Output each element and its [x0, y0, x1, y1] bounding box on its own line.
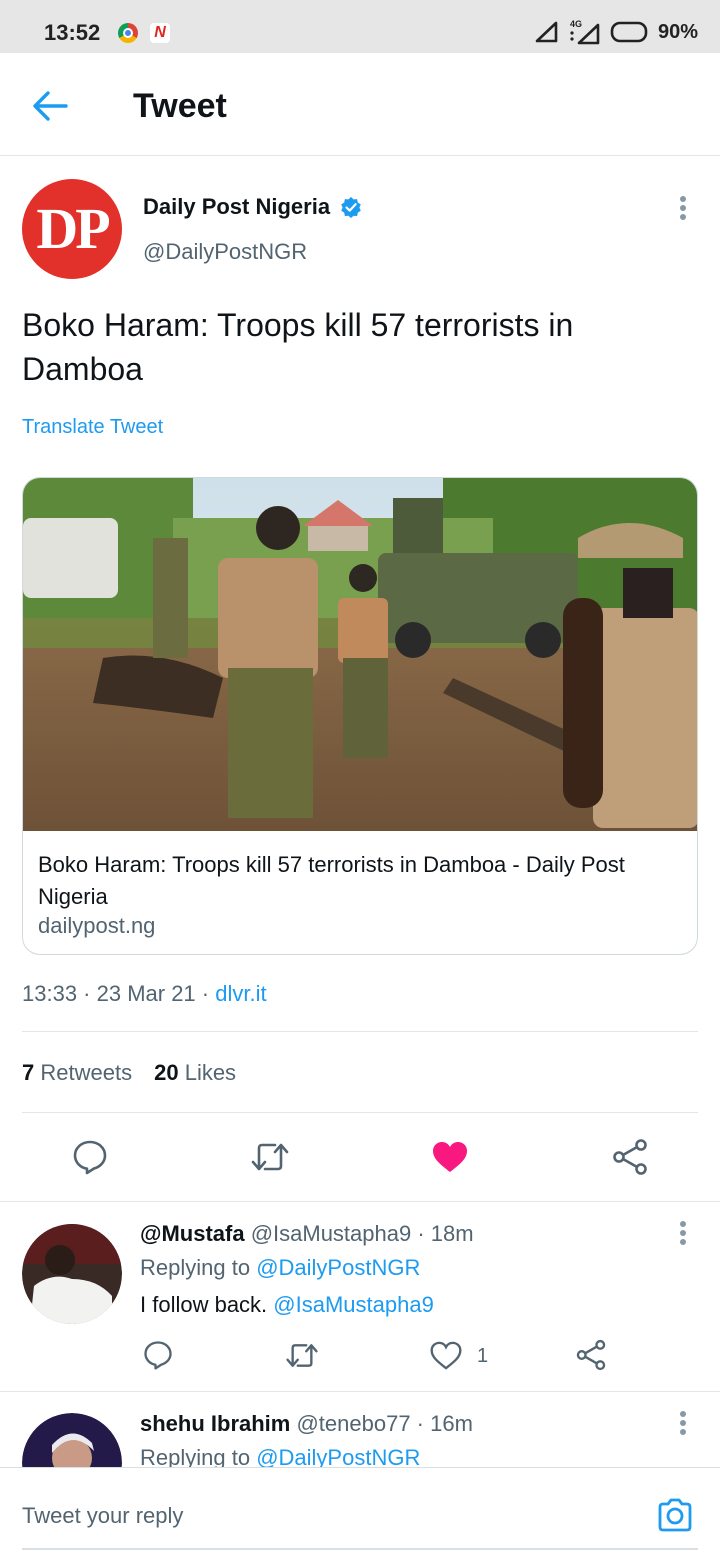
replying-to: Replying to @DailyPostNGR [140, 1255, 420, 1281]
reply-header: shehu Ibrahim @tenebo77 · 16m [140, 1411, 473, 1437]
card-image [23, 478, 697, 831]
avatar[interactable] [22, 1224, 122, 1324]
avatar[interactable]: DP [22, 179, 122, 279]
divider [22, 1031, 698, 1032]
more-options-icon[interactable] [679, 1221, 687, 1249]
arrow-left-icon[interactable] [30, 88, 70, 124]
verified-badge-icon [341, 197, 361, 218]
page-title: Tweet [133, 87, 227, 125]
reply-icon[interactable] [143, 1340, 173, 1370]
divider [0, 1391, 720, 1392]
reply-mention[interactable]: @IsaMustapha9 [273, 1292, 434, 1317]
signal-icon [535, 21, 558, 43]
tweet-meta: 13:33 · 23 Mar 21 · dlvr.it [22, 981, 267, 1007]
reply-text: I follow back. @IsaMustapha9 [140, 1292, 434, 1318]
author-handle[interactable]: @DailyPostNGR [143, 239, 307, 265]
share-icon[interactable] [575, 1339, 607, 1371]
status-time: 13:52 [44, 20, 101, 45]
status-bar: 13:52 N 4G 90% [0, 0, 720, 53]
battery-icon [610, 21, 648, 43]
reply-input[interactable] [22, 1503, 622, 1529]
reply-like-count: 1 [477, 1345, 489, 1367]
tweet-stats: 7 Retweets 20 Likes [22, 1060, 236, 1086]
translate-tweet-link[interactable]: Translate Tweet [22, 416, 163, 439]
share-icon[interactable] [611, 1138, 649, 1176]
more-options-icon[interactable] [679, 1411, 687, 1439]
news-icon: N [150, 23, 170, 43]
reply-icon[interactable] [72, 1139, 108, 1175]
likes-label: Likes [184, 1060, 237, 1085]
card-title: Boko Haram: Troops kill 57 terrorists in… [38, 852, 625, 909]
link-card[interactable]: Boko Haram: Troops kill 57 terrorists in… [22, 477, 698, 955]
more-options-icon[interactable] [679, 196, 687, 224]
tweet-source-link[interactable]: dlvr.it [215, 981, 266, 1006]
replying-mention[interactable]: @DailyPostNGR [256, 1255, 420, 1280]
reply-header: @Mustafa @IsaMustapha9 · 18m [140, 1221, 474, 1247]
retweets-label: Retweets [40, 1060, 133, 1085]
reply-compose-bar [0, 1467, 720, 1560]
author-name[interactable]: Daily Post Nigeria [143, 194, 330, 220]
camera-icon[interactable] [656, 1497, 694, 1533]
like-icon[interactable] [430, 1341, 462, 1370]
likes-stat[interactable]: 20 Likes [154, 1060, 236, 1086]
like-icon[interactable] [431, 1140, 469, 1174]
reply-author-name[interactable]: shehu Ibrahim [140, 1411, 290, 1436]
retweet-icon[interactable] [250, 1140, 290, 1174]
retweet-icon[interactable] [285, 1341, 319, 1370]
replying-label: Replying to [140, 1255, 257, 1280]
likes-count: 20 [154, 1060, 179, 1085]
battery-percent: 90% [657, 20, 698, 43]
status-right: 4G 90% [534, 18, 698, 46]
4g-signal-icon: 4G [570, 19, 600, 45]
card-domain: dailypost.ng [38, 913, 156, 938]
reply-body: I follow back. [140, 1292, 274, 1317]
reply-handle-time: @tenebo77 · 16m [290, 1411, 473, 1436]
tweet-timestamp: 13:33 · 23 Mar 21 · [22, 981, 216, 1006]
reply-author-name[interactable]: @Mustafa [140, 1221, 245, 1246]
divider [0, 1201, 720, 1202]
reply-handle-time: @IsaMustapha9 · 18m [244, 1221, 474, 1246]
divider [22, 1112, 698, 1113]
compose-underline [22, 1548, 698, 1550]
retweets-stat[interactable]: 7 Retweets [22, 1060, 132, 1086]
app-bar: Tweet [0, 53, 720, 156]
tweet-text: Boko Haram: Troops kill 57 terrorists in… [22, 307, 574, 387]
chrome-icon [118, 23, 138, 43]
svg-text:4G: 4G [570, 19, 582, 29]
retweets-count: 7 [22, 1060, 35, 1085]
